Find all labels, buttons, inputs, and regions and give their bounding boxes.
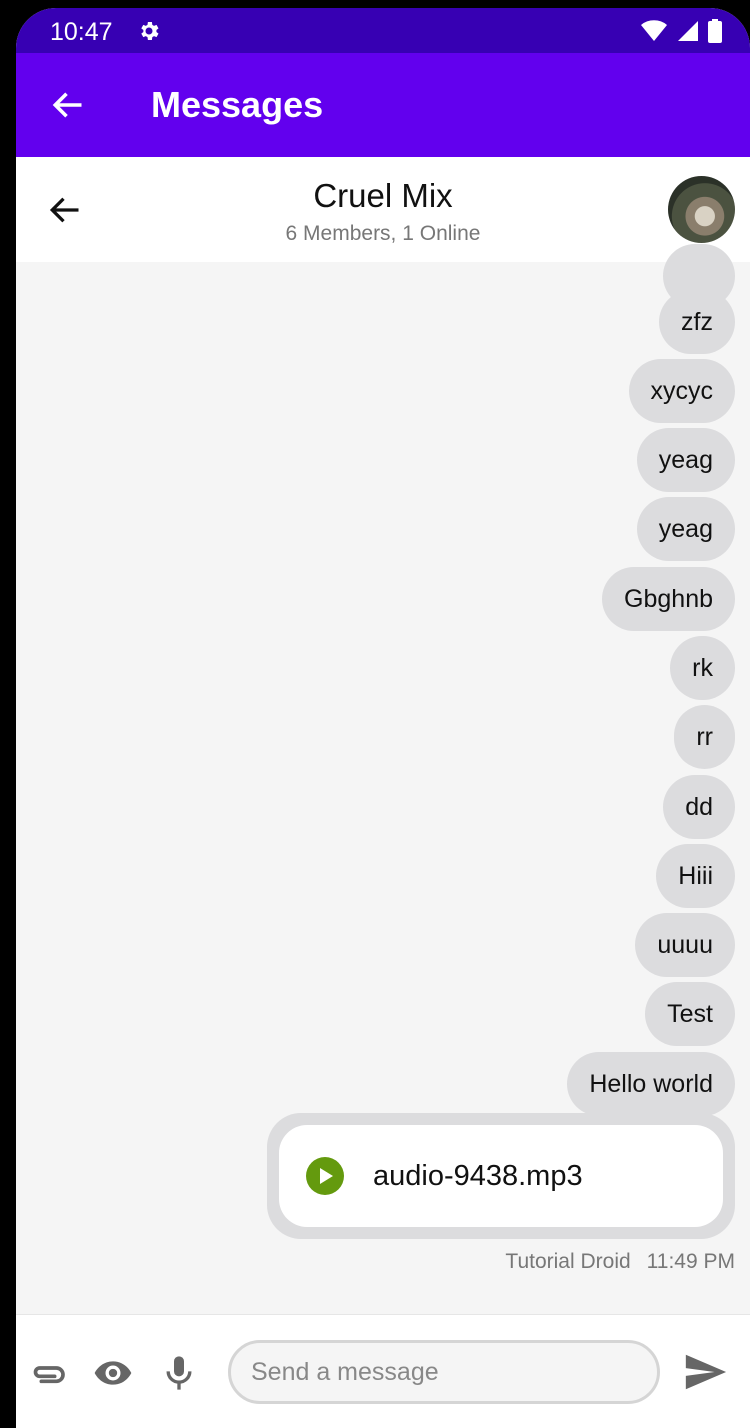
message-text: yeag [658, 514, 713, 543]
message-bubble[interactable]: yeag [636, 428, 735, 492]
message-text: Hello world [589, 1069, 713, 1098]
message-text: Gbghnb [624, 584, 713, 613]
sender-name: Tutorial Droid [505, 1250, 631, 1273]
message-text: zfz [681, 307, 713, 336]
back-arrow-icon[interactable] [50, 87, 86, 123]
message-bubble[interactable]: uuuu [635, 913, 735, 977]
phone-screen: 10:47 Messages Cruel Mix 6 Members, 1 On… [16, 8, 750, 1428]
signal-icon [678, 21, 698, 41]
message-time: 11:49 PM [646, 1250, 735, 1273]
message-list[interactable]: zfz xycyc yeag yeag Gbghnb rk rr dd Hiii… [16, 244, 750, 1314]
chat-member-count: 6 Members, 1 Online [285, 222, 481, 245]
message-input[interactable] [228, 1340, 660, 1404]
message-bubble[interactable]: dd [663, 775, 735, 839]
play-icon[interactable] [306, 1157, 344, 1195]
audio-message-bubble[interactable]: audio-9438.mp3 [267, 1113, 735, 1239]
battery-icon [708, 19, 722, 43]
message-bubble[interactable]: rr [674, 705, 735, 769]
message-text: uuuu [657, 930, 713, 959]
message-text: rr [696, 722, 713, 751]
microphone-icon[interactable] [159, 1353, 199, 1393]
message-bubble[interactable]: Hello world [567, 1052, 735, 1116]
message-bubble[interactable]: Gbghnb [602, 567, 735, 631]
send-icon[interactable] [682, 1349, 728, 1395]
message-bubble[interactable]: Hiii [656, 844, 735, 908]
status-bar: 10:47 [16, 8, 750, 53]
message-text: Test [667, 999, 713, 1028]
message-bubble[interactable]: rk [670, 636, 735, 700]
app-bar: Messages [16, 53, 750, 157]
chat-header: Cruel Mix 6 Members, 1 Online [16, 157, 750, 262]
message-bubble[interactable]: xycyc [628, 359, 735, 423]
status-time: 10:47 [50, 18, 113, 46]
message-text: xycyc [650, 376, 714, 405]
eye-icon[interactable] [93, 1353, 133, 1393]
chat-title: Cruel Mix [313, 177, 453, 214]
attachment-icon[interactable] [28, 1353, 68, 1393]
audio-player: audio-9438.mp3 [279, 1125, 723, 1227]
message-text: Hiii [678, 861, 713, 890]
message-text: rk [692, 653, 713, 682]
message-meta: Tutorial Droid 11:49 PM [505, 1250, 735, 1274]
message-bubble[interactable]: Test [645, 982, 735, 1046]
group-avatar[interactable] [668, 176, 735, 243]
wifi-icon [641, 20, 667, 41]
message-composer [16, 1314, 750, 1428]
app-bar-title: Messages [151, 84, 324, 125]
settings-gear-icon [141, 22, 159, 40]
status-icons [640, 19, 722, 43]
message-bubble[interactable]: yeag [636, 497, 735, 561]
audio-file-name: audio-9438.mp3 [373, 1160, 583, 1192]
message-text: yeag [658, 445, 713, 474]
message-bubble[interactable]: zfz [659, 290, 735, 354]
message-text: dd [685, 792, 713, 821]
